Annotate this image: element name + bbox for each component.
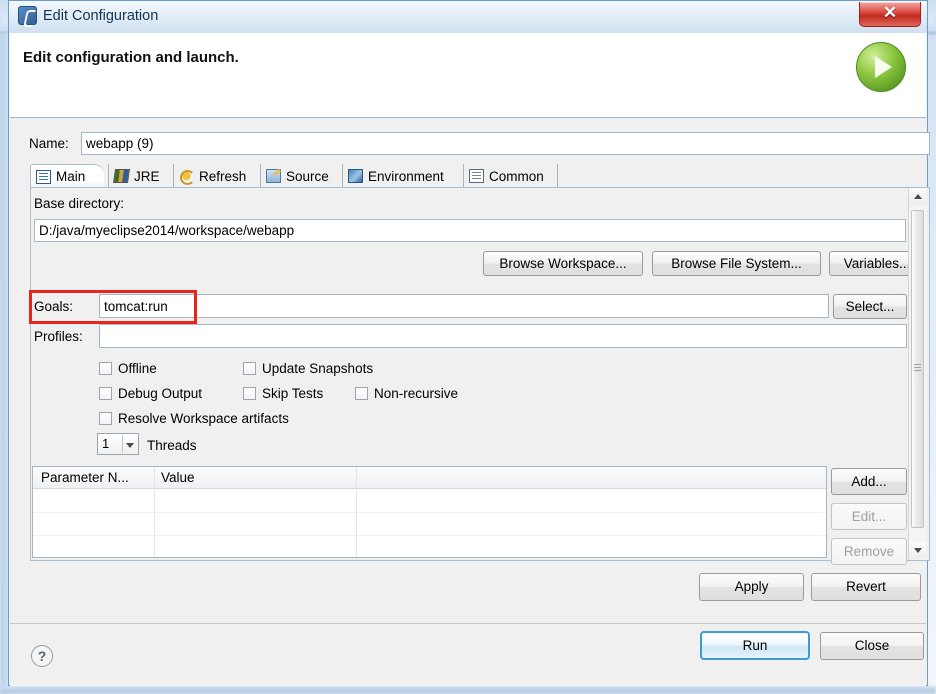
parameter-table[interactable]: Parameter N... Value bbox=[32, 466, 827, 558]
name-label: Name: bbox=[29, 136, 69, 151]
configuration-name-input[interactable] bbox=[81, 132, 930, 155]
tab-environment[interactable]: Environment bbox=[342, 164, 464, 188]
profiles-input[interactable] bbox=[99, 324, 907, 348]
browse-file-system-button[interactable]: Browse File System... bbox=[652, 251, 821, 276]
dialog-titlebar[interactable]: Edit Configuration ✕ bbox=[9, 1, 927, 33]
tab-strip: Main JRE Refresh Source Environment Comm… bbox=[30, 164, 930, 188]
base-directory-input[interactable] bbox=[34, 219, 906, 242]
parameter-table-header: Parameter N... Value bbox=[33, 467, 826, 489]
add-parameter-button[interactable]: Add... bbox=[831, 468, 907, 495]
eclipse-launch-icon bbox=[18, 6, 37, 25]
checkbox-box[interactable] bbox=[243, 362, 256, 375]
scrollbar-thumb[interactable] bbox=[911, 210, 924, 528]
environment-icon bbox=[348, 169, 363, 183]
column-header-parameter-name[interactable]: Parameter N... bbox=[41, 470, 129, 485]
checkbox-skip-tests[interactable]: Skip Tests bbox=[243, 386, 323, 401]
checkbox-resolve-workspace-artifacts-label: Resolve Workspace artifacts bbox=[118, 411, 289, 426]
checkbox-box[interactable] bbox=[99, 387, 112, 400]
checkbox-debug-output-label: Debug Output bbox=[118, 386, 203, 401]
tab-refresh[interactable]: Refresh bbox=[173, 164, 261, 188]
checkbox-box[interactable] bbox=[99, 362, 112, 375]
close-icon: ✕ bbox=[882, 3, 898, 22]
run-button[interactable]: Run bbox=[700, 631, 810, 660]
checkbox-debug-output[interactable]: Debug Output bbox=[99, 386, 202, 401]
edit-parameter-button: Edit... bbox=[831, 503, 907, 530]
footer-divider bbox=[10, 623, 926, 624]
checkbox-box[interactable] bbox=[243, 387, 256, 400]
tab-main-label: Main bbox=[56, 169, 86, 184]
scroll-down-button[interactable] bbox=[909, 542, 926, 559]
green-run-play-icon bbox=[856, 42, 906, 92]
browse-workspace-button[interactable]: Browse Workspace... bbox=[483, 251, 643, 276]
checkbox-non-recursive[interactable]: Non-recursive bbox=[355, 386, 458, 401]
checkbox-resolve-workspace-artifacts[interactable]: Resolve Workspace artifacts bbox=[99, 411, 289, 426]
chevron-down-icon bbox=[914, 548, 922, 553]
select-goals-button[interactable]: Select... bbox=[833, 294, 907, 319]
goals-input[interactable] bbox=[99, 294, 829, 318]
ide-bottom-edge bbox=[0, 686, 936, 694]
row-divider bbox=[33, 512, 826, 513]
base-directory-label: Base directory: bbox=[34, 196, 125, 211]
revert-button[interactable]: Revert bbox=[811, 573, 921, 601]
threads-label: Threads bbox=[147, 438, 197, 453]
tab-common[interactable]: Common bbox=[463, 164, 558, 188]
books-jre-icon bbox=[113, 169, 130, 183]
checkbox-offline-label: Offline bbox=[118, 361, 157, 376]
panel-vertical-scrollbar[interactable] bbox=[908, 188, 926, 560]
goals-label: Goals: bbox=[34, 299, 74, 314]
common-list-icon bbox=[469, 169, 484, 183]
column-header-value[interactable]: Value bbox=[161, 470, 195, 485]
remove-parameter-button: Remove bbox=[831, 538, 907, 565]
checkbox-box[interactable] bbox=[99, 412, 112, 425]
threads-dropdown[interactable]: 1 bbox=[97, 433, 139, 455]
tab-main[interactable]: Main bbox=[30, 164, 104, 188]
checkbox-offline[interactable]: Offline bbox=[99, 361, 157, 376]
checkbox-update-snapshots[interactable]: Update Snapshots bbox=[243, 361, 373, 376]
combo-separator bbox=[122, 435, 123, 453]
tab-jre-label: JRE bbox=[134, 168, 160, 184]
checkbox-non-recursive-label: Non-recursive bbox=[374, 386, 459, 401]
chevron-down-icon bbox=[126, 443, 134, 448]
checkbox-skip-tests-label: Skip Tests bbox=[262, 386, 324, 401]
help-icon[interactable]: ? bbox=[31, 645, 53, 667]
checkbox-update-snapshots-label: Update Snapshots bbox=[262, 361, 374, 376]
chevron-up-icon bbox=[914, 194, 922, 199]
tab-common-label: Common bbox=[489, 168, 544, 184]
header-title: Edit configuration and launch. bbox=[23, 49, 239, 66]
checkbox-box[interactable] bbox=[355, 387, 368, 400]
threads-value: 1 bbox=[102, 436, 110, 451]
dialog-header: Edit configuration and launch. bbox=[10, 33, 926, 118]
tab-environment-label: Environment bbox=[368, 168, 444, 184]
document-icon bbox=[36, 169, 51, 184]
apply-button[interactable]: Apply bbox=[699, 573, 804, 601]
tab-source-label: Source bbox=[286, 168, 329, 184]
close-button[interactable]: Close bbox=[820, 632, 924, 660]
tab-jre[interactable]: JRE bbox=[108, 164, 174, 188]
dialog-title: Edit Configuration bbox=[43, 8, 159, 24]
tab-refresh-label: Refresh bbox=[199, 168, 247, 184]
main-tab-panel: Base directory: Browse Workspace... Brow… bbox=[30, 187, 930, 565]
scrollbar-grip-icon bbox=[914, 364, 921, 371]
profiles-label: Profiles: bbox=[34, 329, 83, 344]
row-divider bbox=[33, 535, 826, 536]
refresh-icon bbox=[179, 169, 195, 185]
close-window-button[interactable]: ✕ bbox=[859, 2, 921, 27]
tab-source[interactable]: Source bbox=[260, 164, 343, 188]
source-edit-icon bbox=[266, 169, 281, 183]
edit-configuration-dialog: Edit Configuration ✕ Edit configuration … bbox=[8, 0, 930, 686]
scroll-up-button[interactable] bbox=[909, 188, 926, 205]
